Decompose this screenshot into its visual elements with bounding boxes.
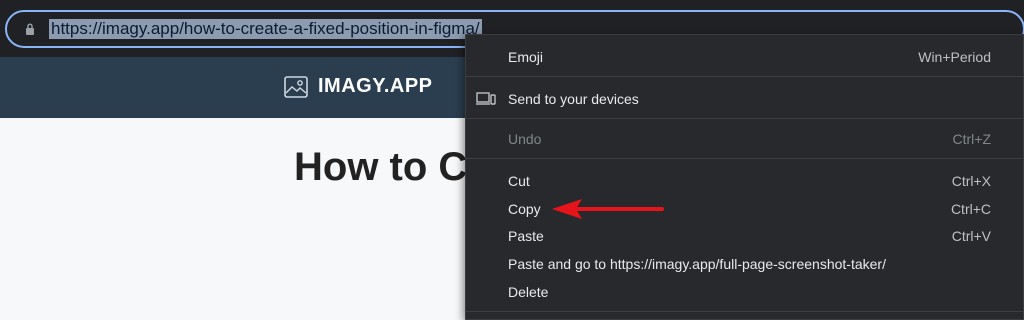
menu-divider	[466, 158, 1023, 159]
menu-item-delete[interactable]: Delete	[466, 279, 1023, 305]
menu-item-label: Cut	[508, 173, 530, 189]
devices-icon	[476, 92, 496, 105]
menu-item-shortcut: Win+Period	[918, 49, 991, 65]
menu-divider	[466, 311, 1023, 312]
menu-item-undo[interactable]: Undo Ctrl+Z	[466, 126, 1023, 152]
menu-item-label: Delete	[508, 284, 549, 300]
menu-item-shortcut: Ctrl+X	[951, 173, 991, 189]
context-menu: Emoji Win+Period Send to your devices Un…	[465, 34, 1024, 320]
menu-divider	[466, 76, 1023, 77]
menu-item-shortcut: Ctrl+C	[950, 201, 991, 217]
menu-item-label: Emoji	[508, 49, 544, 65]
menu-item-cut[interactable]: Cut Ctrl+X	[466, 168, 1023, 194]
site-logo[interactable]: IMAGY.APP	[284, 75, 433, 98]
menu-item-label: Copy	[508, 201, 541, 217]
image-logo-icon	[284, 75, 308, 98]
menu-item-paste[interactable]: Paste Ctrl+V	[466, 223, 1023, 249]
lock-icon[interactable]	[25, 23, 35, 35]
menu-item-label: Undo	[508, 131, 542, 147]
menu-item-shortcut: Ctrl+Z	[952, 131, 992, 147]
menu-divider	[466, 118, 1023, 119]
logo-text: IMAGY.APP	[318, 75, 433, 97]
menu-item-label: Paste	[508, 228, 544, 244]
menu-item-label: Paste and go to https://imagy.app/full-p…	[508, 256, 886, 272]
red-arrow-annotation-icon	[552, 199, 664, 219]
menu-item-shortcut: Ctrl+V	[951, 228, 991, 244]
menu-item-send-to-devices[interactable]: Send to your devices	[466, 86, 1023, 112]
menu-item-paste-and-go[interactable]: Paste and go to https://imagy.app/full-p…	[466, 251, 1023, 277]
article-heading: How to C	[294, 145, 468, 189]
url-text-selected[interactable]: https://imagy.app/how-to-create-a-fixed-…	[49, 19, 482, 39]
menu-item-emoji[interactable]: Emoji Win+Period	[466, 44, 1023, 70]
menu-item-label: Send to your devices	[508, 91, 639, 107]
